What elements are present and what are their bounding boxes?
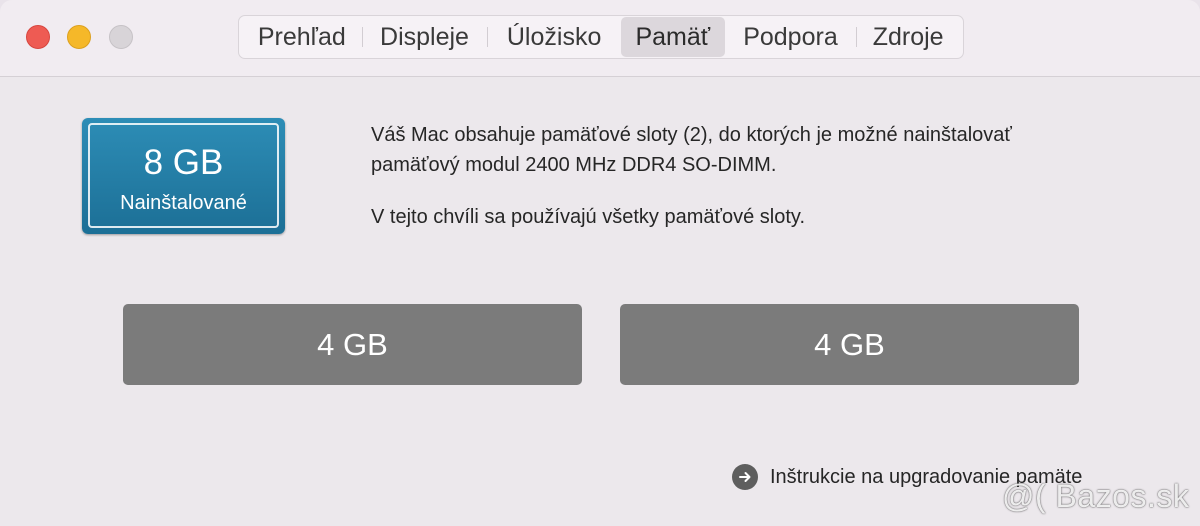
- title-bar: Prehľad Displeje Úložisko Pamäť Podpora …: [0, 0, 1200, 77]
- bazos-watermark: @( Bazos.sk: [1002, 478, 1190, 514]
- close-button[interactable]: [26, 25, 50, 49]
- tab-overview[interactable]: Prehľad: [242, 17, 362, 57]
- memory-slot-1: 4 GB: [123, 304, 582, 385]
- memory-slots-status: V tejto chvíli sa používajú všetky pamäť…: [371, 206, 805, 228]
- memory-description: Váš Mac obsahuje pamäťové sloty (2), do …: [371, 120, 1051, 232]
- tab-memory[interactable]: Pamäť: [620, 17, 725, 57]
- tab-displays[interactable]: Displeje: [361, 17, 488, 57]
- installed-memory-badge: 8 GB Nainštalované: [82, 118, 285, 234]
- arrow-right-circle-icon: [732, 464, 758, 490]
- memory-slots-info: Váš Mac obsahuje pamäťové sloty (2), do …: [371, 124, 1012, 176]
- minimize-button[interactable]: [67, 25, 91, 49]
- installed-memory-size: 8 GB: [143, 143, 224, 182]
- memory-slot-2: 4 GB: [620, 304, 1079, 385]
- zoom-button[interactable]: [109, 25, 133, 49]
- tab-bar: Prehľad Displeje Úložisko Pamäť Podpora …: [238, 15, 964, 59]
- tab-resources[interactable]: Zdroje: [856, 17, 960, 57]
- tab-support[interactable]: Podpora: [725, 17, 857, 57]
- installed-memory-label: Nainštalované: [120, 192, 247, 214]
- tab-storage[interactable]: Úložisko: [487, 17, 621, 57]
- about-this-mac-window: Prehľad Displeje Úložisko Pamäť Podpora …: [0, 0, 1200, 526]
